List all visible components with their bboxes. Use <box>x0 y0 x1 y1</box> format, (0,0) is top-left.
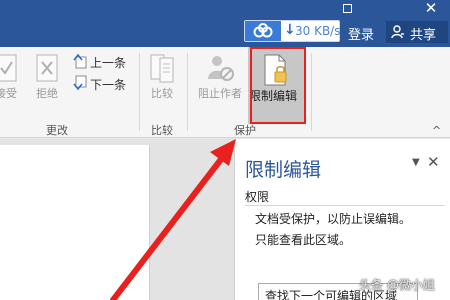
red-annotation-arrow <box>110 139 236 300</box>
watermark-text: 头条 @微小姐 <box>359 278 435 292</box>
